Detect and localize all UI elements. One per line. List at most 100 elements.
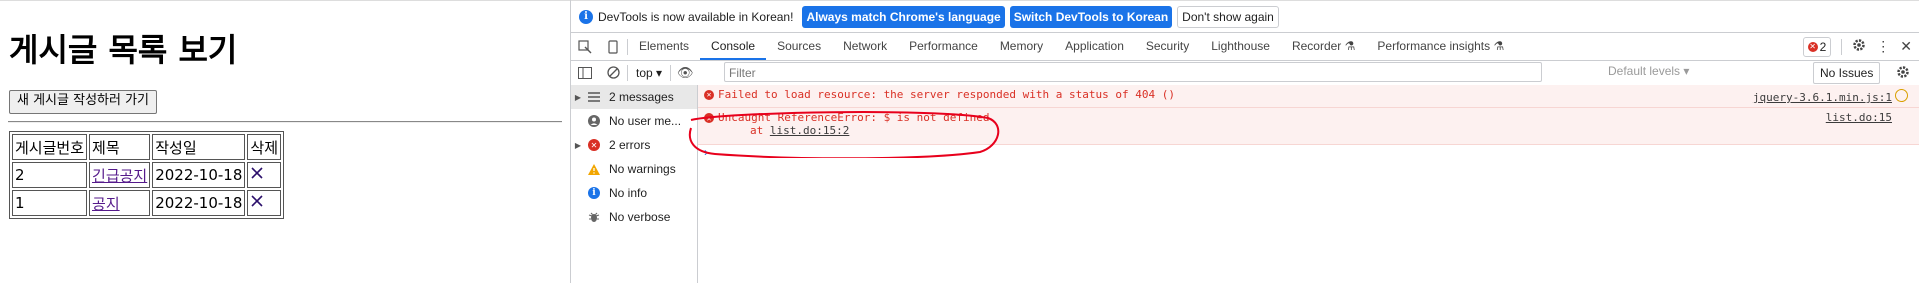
post-table: 게시글번호 제목 작성일 삭제 2 긴급공지 2022-10-18 1 공지 2…: [9, 131, 285, 219]
cell-title: 공지: [89, 190, 151, 216]
flask-icon: ⚗: [1493, 39, 1505, 53]
cell-no: 1: [12, 190, 88, 216]
tab-sources[interactable]: Sources: [766, 33, 832, 60]
sidebar-item-user-messages[interactable]: No user me...: [571, 109, 697, 133]
error-count-badge[interactable]: ✕ 2: [1802, 36, 1832, 57]
devtools-tabbar: Elements Console Sources Network Perform…: [571, 33, 1919, 61]
context-value: top: [636, 65, 653, 80]
delete-icon[interactable]: [250, 165, 264, 185]
infobar-text: DevTools is now available in Korean!: [598, 9, 794, 24]
sidebar-item-verbose[interactable]: No verbose: [571, 205, 697, 229]
cell-date: 2022-10-18: [152, 190, 246, 216]
header-no: 게시글번호: [12, 134, 88, 160]
header-date: 작성일: [152, 134, 246, 160]
flask-icon: ⚗: [1344, 39, 1356, 53]
error-icon: ✕: [704, 90, 714, 100]
console-toolbar: top ▾ 👁 Filter Default levels ▾ No Issue…: [571, 60, 1919, 86]
page-title: 게시글 목록 보기: [9, 31, 238, 69]
source-link[interactable]: jquery-3.6.1.min.js:1: [1753, 88, 1892, 108]
tab-recorder-label: Recorder: [1291, 39, 1342, 53]
stack-trace: at list.do:15:2: [698, 124, 1919, 137]
console-sidebar: ▶ 2 messages No user me... ▶ ✕ 2 errors …: [571, 85, 698, 283]
error-icon: ✕: [585, 139, 603, 151]
table-row: 1 공지 2022-10-18: [12, 190, 282, 216]
expand-arrow-icon: ▶: [574, 140, 582, 150]
sidebar-item-label: 2 messages: [609, 90, 674, 104]
error-text: Uncaught ReferenceError: $ is not define…: [718, 111, 990, 124]
cell-delete: [247, 190, 282, 216]
close-icon[interactable]: ✕: [1900, 38, 1912, 55]
table-row: 2 긴급공지 2022-10-18: [12, 162, 282, 188]
console-prompt-icon[interactable]: ›: [704, 145, 708, 159]
stack-at: at: [750, 124, 764, 137]
warning-icon: [585, 163, 603, 175]
sidebar-item-label: 2 errors: [609, 138, 651, 152]
sidebar-toggle-icon[interactable]: [571, 59, 599, 86]
inspect-icon[interactable]: [571, 33, 599, 60]
language-infobar: i DevTools is now available in Korean! A…: [571, 0, 1919, 33]
cell-date: 2022-10-18: [152, 162, 246, 188]
tab-recorder[interactable]: Recorder ⚗: [1281, 33, 1366, 60]
header-delete: 삭제: [247, 134, 282, 160]
context-selector[interactable]: top ▾: [628, 66, 670, 80]
sidebar-item-label: No user me...: [609, 114, 682, 128]
sidebar-item-label: No info: [609, 186, 648, 200]
info-icon: i: [585, 187, 603, 199]
gear-icon[interactable]: [1852, 38, 1866, 55]
tab-network[interactable]: Network: [832, 33, 898, 60]
tab-memory[interactable]: Memory: [989, 33, 1054, 60]
sidebar-item-label: No warnings: [609, 162, 676, 176]
bug-icon: [585, 211, 603, 223]
tab-performance[interactable]: Performance: [898, 33, 989, 60]
match-language-button[interactable]: Always match Chrome's language: [802, 5, 1005, 28]
issues-button[interactable]: No Issues: [1813, 62, 1881, 84]
new-post-button[interactable]: 새 게시글 작성하러 가기: [9, 90, 157, 114]
tabbar-right: ✕ 2 ⋮ ✕: [1802, 33, 1919, 60]
console-output: ✕ Failed to load resource: the server re…: [698, 85, 1919, 283]
list-icon: [585, 92, 603, 102]
tab-elements[interactable]: Elements: [628, 33, 700, 60]
delete-icon[interactable]: [250, 193, 264, 213]
sidebar-item-warnings[interactable]: No warnings: [571, 157, 697, 181]
live-expression-eye-icon[interactable]: 👁: [671, 65, 700, 81]
clear-console-icon[interactable]: [599, 59, 627, 86]
error-icon: ✕: [704, 113, 714, 123]
network-warning-icon[interactable]: [1895, 89, 1908, 102]
tab-console[interactable]: Console: [700, 33, 767, 60]
info-icon: i: [579, 9, 593, 24]
cell-title: 긴급공지: [89, 162, 151, 188]
console-settings-gear-icon[interactable]: [1896, 65, 1910, 82]
source-link[interactable]: list.do:15: [1826, 111, 1892, 124]
user-icon: [585, 115, 603, 127]
divider: [8, 121, 562, 123]
console-message-error: ✕ Failed to load resource: the server re…: [698, 85, 1919, 108]
sidebar-item-messages[interactable]: ▶ 2 messages: [571, 85, 697, 109]
cell-no: 2: [12, 162, 88, 188]
switch-korean-button[interactable]: Switch DevTools to Korean: [1009, 5, 1173, 28]
devtools-panel: i DevTools is now available in Korean! A…: [570, 0, 1919, 283]
error-count: 2: [1819, 39, 1827, 54]
tab-security[interactable]: Security: [1135, 33, 1200, 60]
sidebar-item-info[interactable]: i No info: [571, 181, 697, 205]
tab-performance-insights-label: Performance insights: [1377, 39, 1491, 53]
table-header-row: 게시글번호 제목 작성일 삭제: [12, 134, 282, 160]
cell-delete: [247, 162, 282, 188]
post-title-link[interactable]: 긴급공지: [92, 167, 147, 185]
sidebar-item-errors[interactable]: ▶ ✕ 2 errors: [571, 133, 697, 157]
more-options-icon[interactable]: ⋮: [1876, 38, 1890, 55]
header-title: 제목: [89, 134, 151, 160]
tab-lighthouse[interactable]: Lighthouse: [1200, 33, 1281, 60]
tab-performance-insights[interactable]: Performance insights ⚗: [1366, 33, 1515, 60]
error-icon: ✕: [1807, 41, 1818, 52]
sidebar-item-label: No verbose: [609, 210, 671, 224]
tab-application[interactable]: Application: [1054, 33, 1135, 60]
web-page: 게시글 목록 보기 새 게시글 작성하러 가기 게시글번호 제목 작성일 삭제 …: [0, 0, 570, 283]
log-levels-dropdown[interactable]: Default levels ▾: [1608, 64, 1689, 78]
divider: [1841, 38, 1843, 55]
post-title-link[interactable]: 공지: [92, 195, 120, 213]
stack-link[interactable]: list.do:15:2: [770, 124, 849, 137]
device-toolbar-icon[interactable]: [599, 33, 627, 60]
dont-show-again-button[interactable]: Don't show again: [1177, 5, 1279, 28]
console-message-error: ✕ Uncaught ReferenceError: $ is not defi…: [698, 108, 1919, 145]
filter-input[interactable]: Filter: [724, 62, 1542, 82]
